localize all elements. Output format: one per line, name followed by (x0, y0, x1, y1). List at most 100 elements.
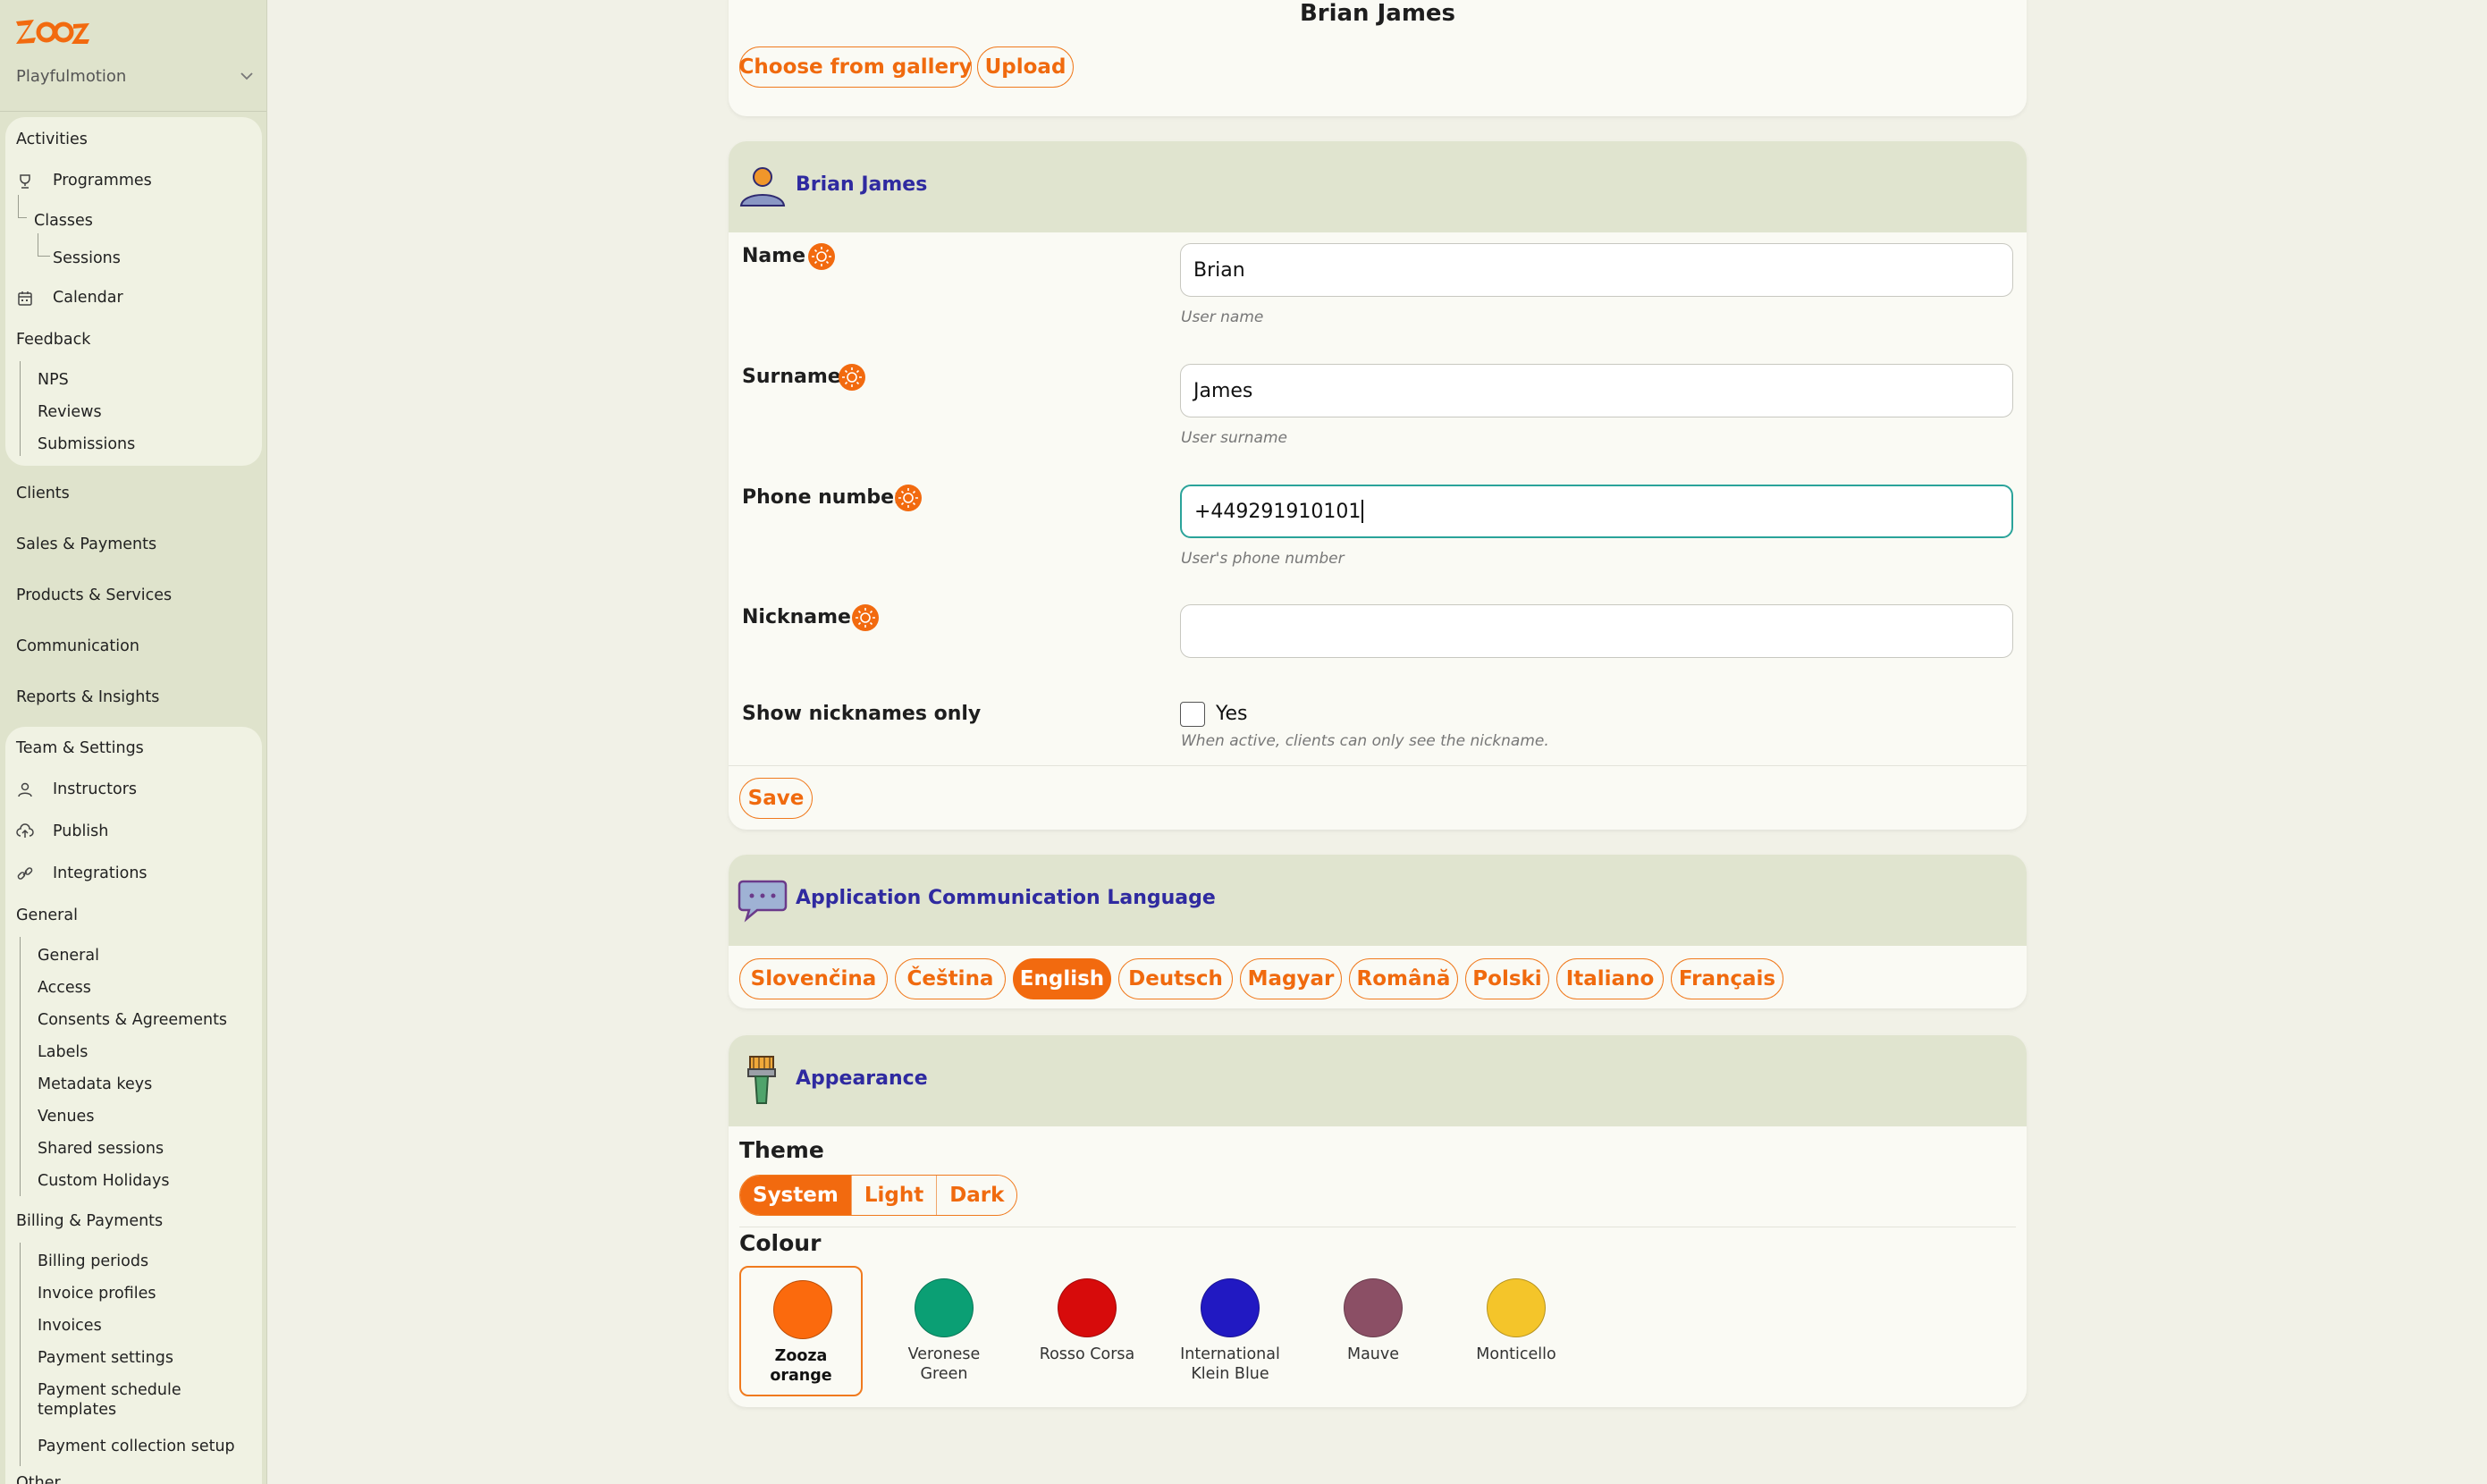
nav-item-sessions[interactable]: Sessions (53, 249, 121, 268)
nav-item-consents[interactable]: Consents & Agreements (38, 1010, 227, 1030)
nav-item-submissions[interactable]: Submissions (38, 434, 135, 454)
nav-item-clients[interactable]: Clients (16, 484, 70, 503)
profile-card-title: Brian James (796, 173, 928, 196)
nav-item-classes[interactable]: Classes (34, 211, 93, 231)
surname-input[interactable]: James (1180, 364, 2013, 417)
calendar-icon (18, 291, 32, 306)
user-display-name: Brian James (1299, 0, 1456, 27)
workspace-name: Playfulmotion (16, 66, 127, 86)
appearance-card-header: Appearance (729, 1035, 2027, 1126)
nav-item-instructors[interactable]: Instructors (53, 780, 137, 799)
theme-option-dark[interactable]: Dark (937, 1176, 1017, 1215)
theme-option-system[interactable]: System (740, 1176, 852, 1215)
nav-item-general[interactable]: General (38, 946, 99, 965)
name-label: Name (742, 245, 806, 267)
colour-swatch-rosso-corsa[interactable]: Rosso Corsa (1025, 1266, 1149, 1396)
name-input[interactable]: Brian (1180, 243, 2013, 297)
cloud-upload-icon (16, 823, 34, 838)
colour-swatch-monticello[interactable]: Monticello (1454, 1266, 1578, 1396)
nav-header-activities[interactable]: Activities (16, 130, 88, 149)
profile-card: Brian James Name Brian User name Surname… (729, 141, 2027, 830)
nav-item-nps[interactable]: NPS (38, 370, 69, 390)
theme-option-light[interactable]: Light (851, 1176, 938, 1215)
nav-item-shared-sessions[interactable]: Shared sessions (38, 1139, 164, 1159)
nav-item-billing-periods[interactable]: Billing periods (38, 1252, 148, 1271)
nav-item-payment-schedule-templates[interactable]: Payment schedule templates (38, 1380, 198, 1420)
language-card: Application Communication Language Slove… (729, 855, 2027, 1008)
nav-item-reviews[interactable]: Reviews (38, 402, 102, 422)
translate-sun-icon[interactable] (838, 363, 866, 392)
lang-option-deutsch[interactable]: Deutsch (1118, 958, 1233, 999)
phone-input[interactable]: +449291910101 (1180, 485, 2013, 538)
appearance-card-title: Appearance (796, 1067, 928, 1090)
show-nicknames-checkbox-label[interactable]: Yes (1216, 703, 1248, 725)
colour-swatch-international-klein-blue[interactable]: International Klein Blue (1168, 1266, 1292, 1396)
chevron-down-icon (240, 72, 253, 80)
nav-item-payment-settings[interactable]: Payment settings (38, 1348, 173, 1368)
tree-connector (20, 361, 21, 456)
colour-swatch-zooza-orange[interactable]: Zooza orange (739, 1266, 863, 1396)
lang-option-italiano[interactable]: Italiano (1556, 958, 1664, 999)
lang-option-magyar[interactable]: Magyar (1240, 958, 1342, 999)
lang-option-cestina[interactable]: Čeština (895, 958, 1006, 999)
nav-header-team-settings[interactable]: Team & Settings (16, 738, 144, 758)
user-icon (18, 782, 32, 797)
nav-header-billing-payments[interactable]: Billing & Payments (16, 1211, 163, 1231)
form-divider (729, 765, 2027, 766)
translate-sun-icon[interactable] (851, 603, 880, 632)
nav-item-programmes[interactable]: Programmes (53, 171, 152, 190)
nickname-input[interactable] (1180, 604, 2013, 658)
name-help: User name (1181, 308, 1264, 326)
nav-group-team-settings (5, 727, 262, 1484)
nav-item-labels[interactable]: Labels (38, 1042, 88, 1062)
nav-item-venues[interactable]: Venues (38, 1107, 94, 1126)
lang-option-slovencina[interactable]: Slovenčina (739, 958, 888, 999)
language-card-title: Application Communication Language (796, 887, 1216, 909)
upload-button[interactable]: Upload (977, 46, 1074, 88)
nav-item-invoices[interactable]: Invoices (38, 1316, 102, 1336)
nav-item-metadata-keys[interactable]: Metadata keys (38, 1075, 152, 1094)
nav-item-access[interactable]: Access (38, 978, 91, 998)
nav-item-integrations[interactable]: Integrations (53, 864, 148, 883)
colour-dot (915, 1278, 974, 1337)
tree-connector (18, 195, 27, 218)
nav-item-payment-collection-setup[interactable]: Payment collection setup (38, 1437, 235, 1456)
translate-sun-icon[interactable] (807, 242, 836, 271)
translate-sun-icon[interactable] (894, 484, 923, 512)
profile-card-header: Brian James (729, 141, 2027, 232)
colour-name: Mauve (1346, 1345, 1400, 1363)
workspace-selector[interactable]: Playfulmotion (16, 63, 256, 89)
tree-connector (20, 937, 21, 1196)
show-nicknames-help: When active, clients can only see the ni… (1181, 732, 1549, 750)
lang-option-english[interactable]: English (1013, 958, 1111, 999)
choose-from-gallery-button[interactable]: Choose from gallery (739, 46, 972, 88)
nav-item-custom-holidays[interactable]: Custom Holidays (38, 1171, 170, 1191)
nav-header-general[interactable]: General (16, 906, 78, 925)
nav-item-reports-insights[interactable]: Reports & Insights (16, 687, 159, 707)
nav-header-feedback[interactable]: Feedback (16, 330, 90, 350)
tree-connector (38, 233, 50, 257)
lang-option-romana[interactable]: Română (1349, 958, 1458, 999)
colour-dot (1487, 1278, 1546, 1337)
nav-item-communication[interactable]: Communication (16, 637, 139, 656)
lang-option-francais[interactable]: Français (1671, 958, 1783, 999)
colour-swatch-mauve[interactable]: Mauve (1311, 1266, 1435, 1396)
colour-dot (1058, 1278, 1117, 1337)
surname-help: User surname (1181, 429, 1287, 447)
nav-item-invoice-profiles[interactable]: Invoice profiles (38, 1284, 156, 1303)
show-nicknames-checkbox[interactable] (1180, 702, 1205, 727)
lang-option-polski[interactable]: Polski (1465, 958, 1549, 999)
colour-swatch-veronese-green[interactable]: Veronese Green (882, 1266, 1006, 1396)
colour-dot (1344, 1278, 1403, 1337)
nav-item-calendar[interactable]: Calendar (53, 288, 123, 308)
nav-item-products-services[interactable]: Products & Services (16, 586, 172, 605)
nav-item-publish[interactable]: Publish (53, 822, 108, 841)
colour-label: Colour (739, 1230, 822, 1256)
trophy-icon (20, 174, 30, 189)
nav-item-sales-payments[interactable]: Sales & Payments (16, 535, 156, 554)
photo-card: Brian James Choose from gallery Upload (729, 0, 2027, 116)
theme-segmented-control: System Light Dark (739, 1175, 1018, 1216)
nav-header-other[interactable]: Other (16, 1473, 61, 1484)
save-button[interactable]: Save (739, 778, 813, 819)
zooza-logo[interactable] (14, 16, 91, 46)
